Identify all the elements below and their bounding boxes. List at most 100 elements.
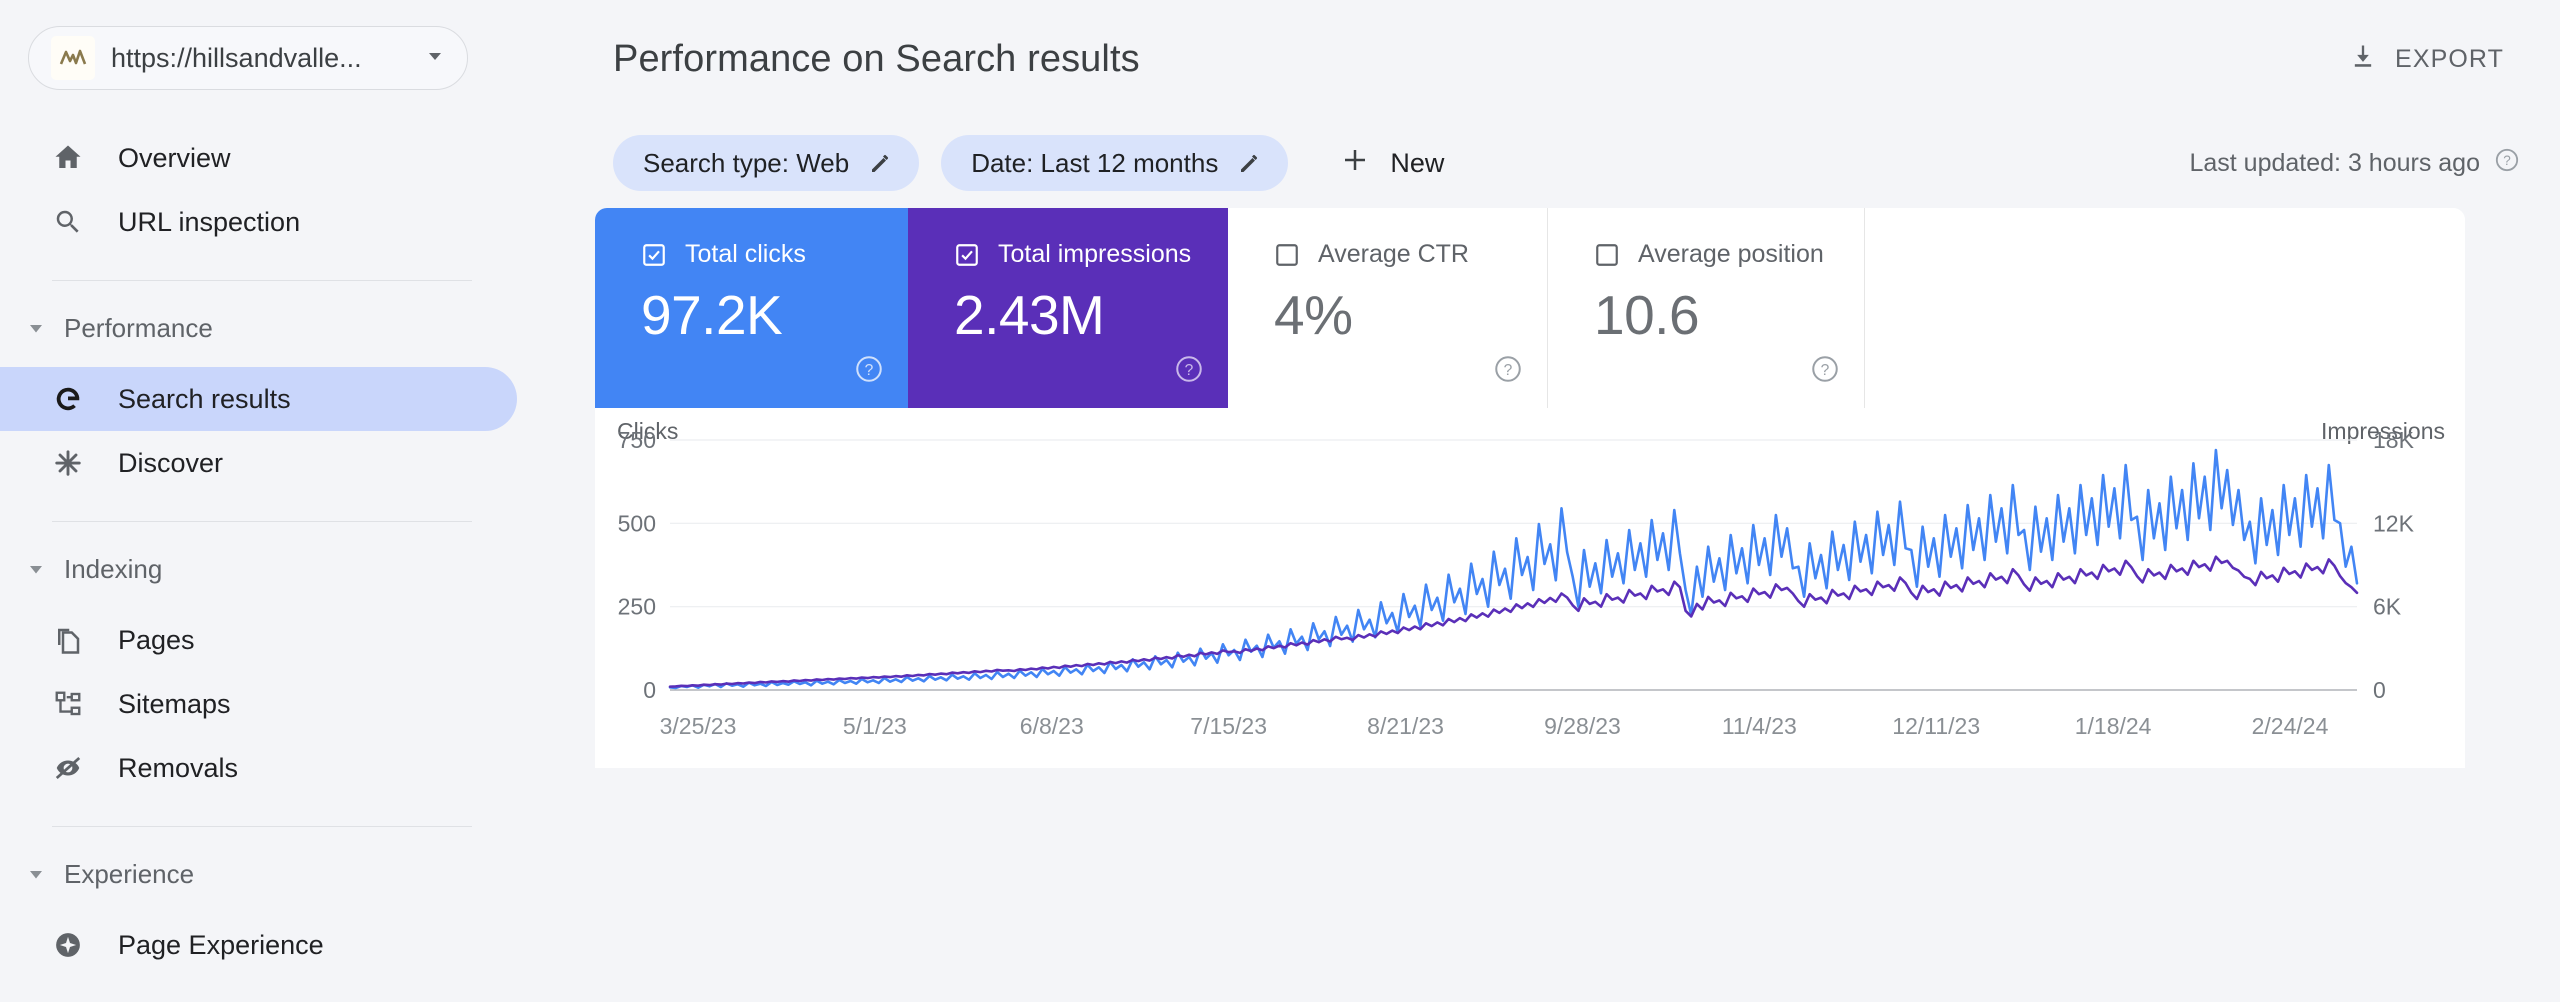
left-axis-tick: 750 (618, 427, 656, 453)
svg-text:?: ? (1185, 362, 1194, 379)
metric-card-total-impressions[interactable]: Total impressions 2.43M ? (908, 208, 1228, 408)
sidebar-item-label: Overview (118, 142, 231, 173)
help-circle-icon[interactable]: ? (1174, 354, 1204, 384)
x-axis-tick: 2/24/24 (2252, 713, 2329, 739)
left-axis-tick: 0 (643, 677, 656, 703)
last-updated-label: Last updated: 3 hours ago (2189, 148, 2480, 177)
x-axis-tick: 1/18/24 (2075, 713, 2152, 739)
sidebar: https://hillsandvalle... Overview URL in… (0, 0, 595, 1002)
svg-text:?: ? (2503, 152, 2511, 167)
sidebar-subnav-experience: Page Experience (0, 913, 595, 977)
x-axis-tick: 12/11/23 (1892, 713, 1980, 739)
sidebar-group-label: Indexing (64, 553, 163, 584)
metric-label: Total impressions (998, 240, 1192, 268)
metric-card-average-ctr[interactable]: Average CTR 4% ? (1228, 208, 1548, 408)
filter-bar: Search type: Web Date: Last 12 months Ne… (595, 118, 2560, 208)
sitemap-tree-icon (52, 688, 84, 720)
sidebar-item-pages[interactable]: Pages (0, 608, 517, 672)
metric-card-total-clicks[interactable]: Total clicks 97.2K ? (595, 208, 908, 408)
x-axis-tick: 6/8/23 (1020, 713, 1084, 739)
performance-panel: Total clicks 97.2K ? Total impressions 2… (595, 208, 2465, 768)
sidebar-item-search-results[interactable]: Search results (0, 367, 517, 431)
sidebar-item-overview[interactable]: Overview (0, 126, 517, 190)
sidebar-item-url-inspection[interactable]: URL inspection (0, 190, 517, 254)
sidebar-subnav-performance: Search results Discover (0, 367, 595, 495)
sidebar-item-discover[interactable]: Discover (0, 431, 517, 495)
sidebar-item-sitemaps[interactable]: Sitemaps (0, 672, 517, 736)
sidebar-group-performance[interactable]: Performance (0, 303, 595, 353)
metric-value: 10.6 (1594, 284, 1700, 346)
pages-copy-icon (52, 624, 84, 656)
sidebar-item-removals[interactable]: Removals (0, 736, 517, 800)
download-icon (2349, 42, 2377, 77)
svg-text:?: ? (865, 362, 874, 379)
right-axis-tick: 6K (2373, 594, 2402, 620)
x-axis-tick: 9/28/23 (1544, 713, 1621, 739)
checkbox-unchecked-icon[interactable] (1594, 242, 1620, 268)
x-axis-tick: 5/1/23 (843, 713, 907, 739)
filter-chip-label: Search type: Web (643, 147, 850, 178)
filter-chip-search-type[interactable]: Search type: Web (613, 135, 920, 191)
eye-off-icon (52, 752, 84, 784)
metric-card-header: Total impressions (954, 240, 1202, 269)
help-circle-icon[interactable]: ? (1493, 354, 1523, 384)
caret-down-icon (24, 862, 48, 886)
x-axis-tick: 11/4/23 (1722, 713, 1797, 739)
help-circle-icon[interactable]: ? (1810, 354, 1840, 384)
metric-cards: Total clicks 97.2K ? Total impressions 2… (595, 208, 2465, 408)
sidebar-divider (52, 280, 472, 281)
export-label: EXPORT (2395, 44, 2504, 73)
sidebar-item-label: Search results (118, 383, 291, 414)
checkbox-checked-icon[interactable] (641, 242, 667, 268)
pencil-icon[interactable] (1236, 150, 1262, 176)
last-updated: Last updated: 3 hours ago ? (2189, 147, 2520, 180)
property-selector[interactable]: https://hillsandvalle... (28, 26, 468, 90)
help-circle-icon[interactable]: ? (2494, 147, 2520, 180)
right-axis-tick: 12K (2373, 510, 2415, 536)
svg-text:?: ? (1821, 362, 1830, 379)
plus-icon (1340, 145, 1370, 182)
new-filter-button[interactable]: New (1326, 137, 1462, 190)
google-g-icon (52, 383, 84, 415)
sidebar-divider (52, 521, 472, 522)
help-circle-icon[interactable]: ? (854, 354, 884, 384)
metric-value: 4% (1274, 284, 1353, 346)
caret-down-icon (24, 316, 48, 340)
sidebar-item-label: Page Experience (118, 929, 324, 960)
property-url: https://hillsandvalle... (111, 42, 362, 73)
metric-label: Average position (1638, 240, 1824, 268)
checkbox-checked-icon[interactable] (954, 242, 980, 268)
main-content: Performance on Search results EXPORT Sea… (595, 0, 2560, 1002)
new-filter-label: New (1390, 147, 1445, 178)
sparkle-circle-icon (52, 929, 84, 961)
metric-card-average-position[interactable]: Average position 10.6 ? (1548, 208, 1865, 408)
sidebar-nav: Overview URL inspection Performance Sear… (0, 126, 595, 977)
export-button[interactable]: EXPORT (2343, 32, 2510, 87)
x-axis-tick: 8/21/23 (1367, 713, 1444, 739)
page-title: Performance on Search results (613, 37, 1140, 80)
home-icon (52, 142, 84, 174)
sidebar-item-page-experience[interactable]: Page Experience (0, 913, 517, 977)
sidebar-group-indexing[interactable]: Indexing (0, 544, 595, 594)
page-header: Performance on Search results EXPORT (595, 0, 2560, 118)
sidebar-item-label: Sitemaps (118, 688, 231, 719)
sidebar-group-label: Experience (64, 858, 195, 889)
search-icon (52, 206, 84, 238)
svg-text:?: ? (1504, 362, 1513, 379)
chart-series-total-clicks (668, 448, 2359, 690)
metric-card-header: Average CTR (1274, 240, 1521, 269)
right-axis-tick: 0 (2373, 677, 2386, 703)
sidebar-item-label: Removals (118, 752, 239, 783)
sidebar-divider (52, 826, 472, 827)
metric-label: Total clicks (685, 240, 806, 268)
mountain-chart-favicon (51, 36, 95, 80)
chevron-down-icon[interactable] (423, 44, 447, 73)
sidebar-subnav-indexing: Pages Sitemaps Removals (0, 608, 595, 800)
metric-row-filler (1865, 208, 2465, 408)
app-root: https://hillsandvalle... Overview URL in… (0, 0, 2560, 1002)
pencil-icon[interactable] (867, 150, 893, 176)
sidebar-group-experience[interactable]: Experience (0, 849, 595, 899)
checkbox-unchecked-icon[interactable] (1274, 242, 1300, 268)
left-axis-tick: 500 (618, 510, 656, 536)
filter-chip-date[interactable]: Date: Last 12 months (941, 135, 1289, 191)
